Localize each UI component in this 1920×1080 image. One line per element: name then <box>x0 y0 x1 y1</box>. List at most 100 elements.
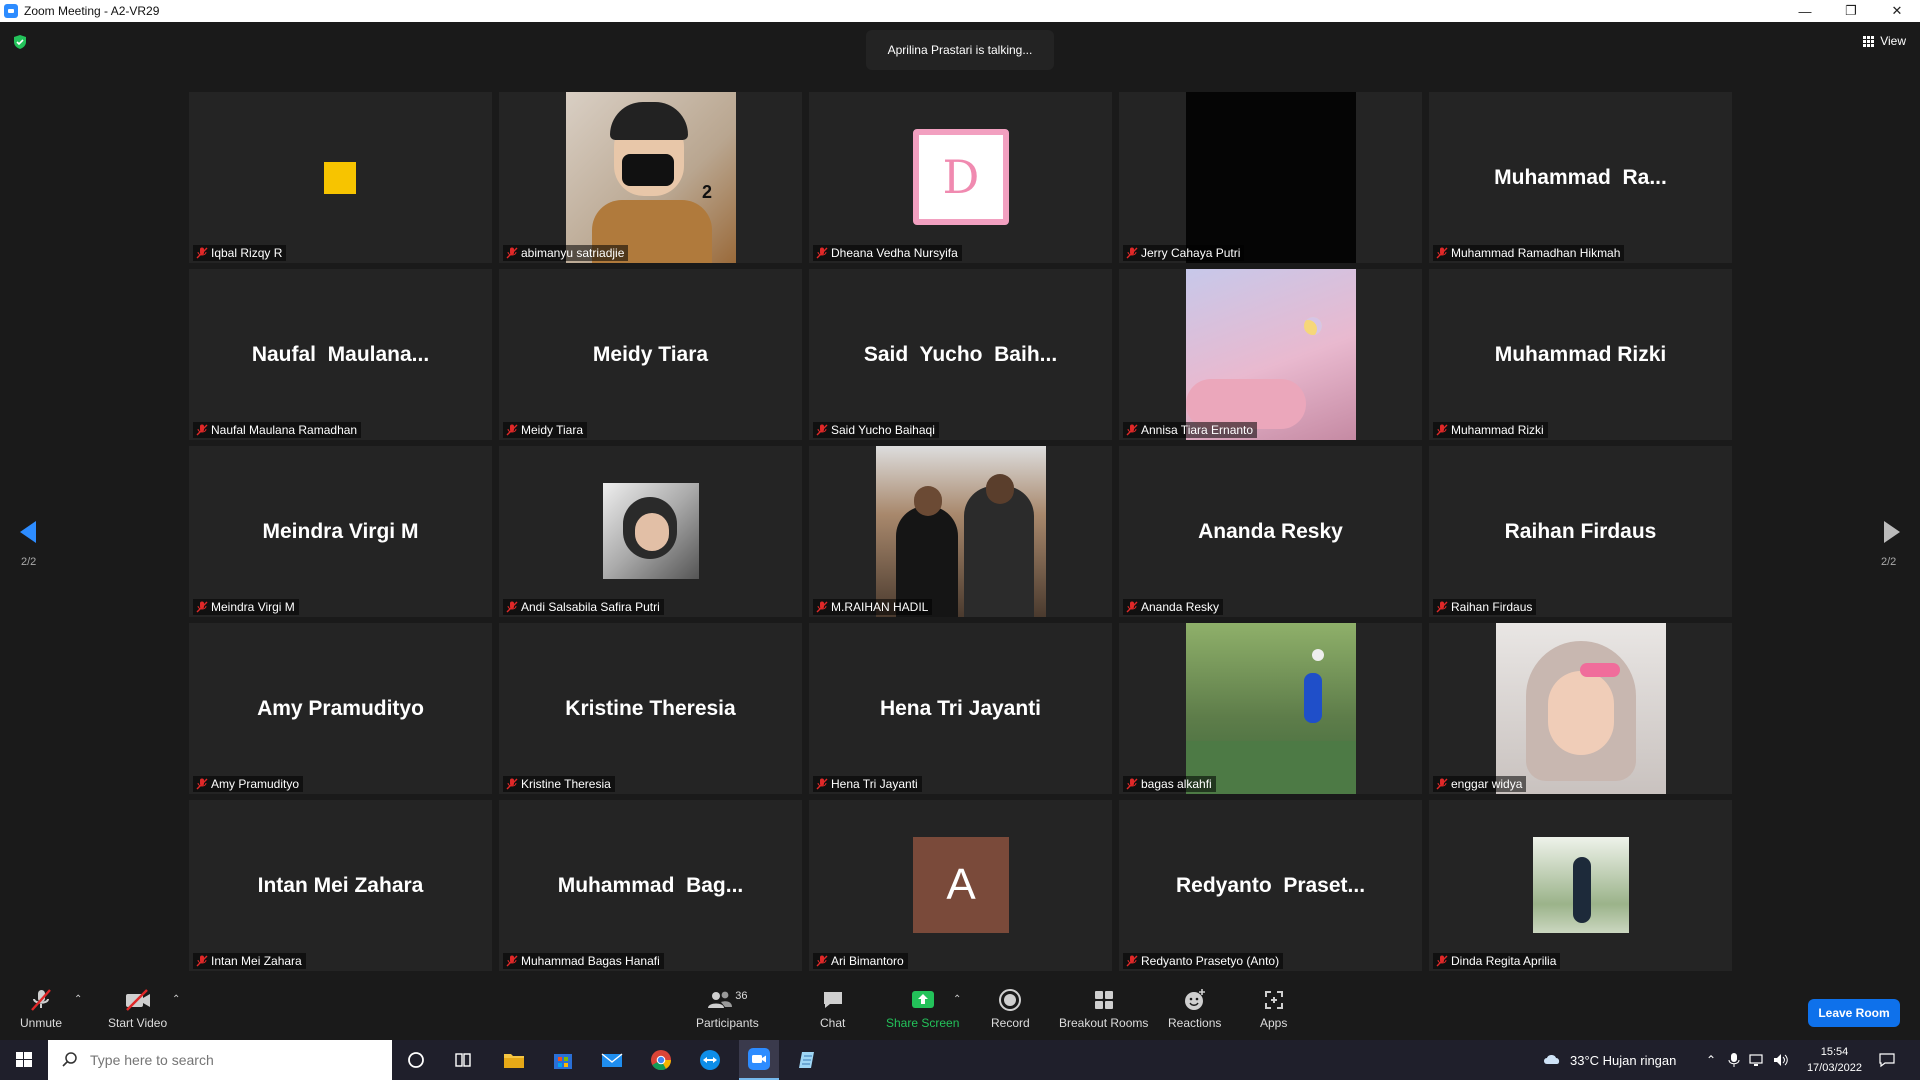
network-icon[interactable] <box>1748 1052 1766 1068</box>
zoom-taskbar-button[interactable] <box>739 1040 779 1080</box>
video-options-caret-icon[interactable]: ⌃ <box>172 994 180 1005</box>
avatar: A <box>913 837 1009 933</box>
apps-button[interactable]: Apps <box>1260 988 1287 1030</box>
participant-tile[interactable]: Raihan Firdaus Raihan Firdaus <box>1429 446 1732 617</box>
participant-tile[interactable]: Said Yucho Baih... Said Yucho Baihaqi <box>809 269 1112 440</box>
share-screen-label: Share Screen <box>886 1016 960 1030</box>
unmute-button[interactable]: Unmute <box>20 988 62 1030</box>
participant-tile[interactable]: Dinda Regita Aprilia <box>1429 800 1732 971</box>
participant-name-label: Iqbal Rizqy R <box>193 245 287 261</box>
show-hidden-icons-caret-icon[interactable]: ⌃ <box>1706 1040 1716 1080</box>
participant-name: Ananda Resky <box>1141 600 1220 614</box>
muted-mic-icon <box>196 247 208 259</box>
clock-time: 15:54 <box>1820 1046 1849 1058</box>
taskbar-search[interactable] <box>48 1040 392 1080</box>
participant-tile[interactable]: enggar widya <box>1429 623 1732 794</box>
participant-tile[interactable]: Muhammad Rizki Muhammad Rizki <box>1429 269 1732 440</box>
start-video-button[interactable]: Start Video <box>108 988 167 1030</box>
participant-tile[interactable]: Meidy Tiara Meidy Tiara <box>499 269 802 440</box>
chat-button[interactable]: Chat <box>820 988 845 1030</box>
video-feed <box>1186 92 1356 263</box>
windows-taskbar: 33°C Hujan ringan ⌃ 15:54 17/03/2022 <box>0 1040 1920 1080</box>
minimize-button[interactable]: — <box>1782 0 1828 22</box>
participant-tile[interactable]: Annisa Tiara Ernanto <box>1119 269 1422 440</box>
muted-mic-icon <box>1436 955 1448 967</box>
participant-tile[interactable]: bagas alkahfi <box>1119 623 1422 794</box>
reactions-icon <box>1184 989 1205 1010</box>
participant-tile[interactable]: 2 abimanyu satriadjie <box>499 92 802 263</box>
view-button[interactable]: View <box>1863 34 1906 48</box>
apps-label: Apps <box>1260 1016 1288 1030</box>
participant-name-label: Redyanto Prasetyo (Anto) <box>1123 953 1284 969</box>
next-page-arrow-icon[interactable] <box>1876 517 1906 547</box>
muted-mic-icon <box>1436 247 1448 259</box>
participant-tile[interactable]: Muhammad Ra... Muhammad Ramadhan Hikmah <box>1429 92 1732 263</box>
notepad-icon[interactable] <box>788 1046 828 1074</box>
search-input[interactable] <box>90 1052 370 1068</box>
participant-name: Meidy Tiara <box>521 423 584 437</box>
volume-icon[interactable] <box>1772 1052 1790 1068</box>
clock-date: 17/03/2022 <box>1806 1062 1862 1074</box>
file-explorer-icon[interactable] <box>494 1046 534 1074</box>
breakout-rooms-button[interactable]: Breakout Rooms <box>1059 988 1148 1030</box>
previous-page-arrow-icon[interactable] <box>14 517 44 547</box>
chrome-icon[interactable] <box>641 1046 681 1074</box>
participants-label: Participants <box>696 1016 759 1030</box>
participant-name: Andi Salsabila Safira Putri <box>521 600 660 614</box>
participants-button[interactable]: 36 Participants <box>696 988 759 1030</box>
participant-tile[interactable]: A Ari Bimantoro <box>809 800 1112 971</box>
video-off-icon <box>125 989 150 1011</box>
participant-name-label: Meidy Tiara <box>503 422 588 438</box>
meeting-area: Aprilina Prastari is talking... View 2/2… <box>0 22 1920 980</box>
participant-name-label: Naufal Maulana Ramadhan <box>193 422 362 438</box>
muted-mic-icon <box>31 989 51 1011</box>
teamviewer-icon[interactable] <box>690 1046 730 1074</box>
start-video-label: Start Video <box>108 1016 168 1030</box>
record-button[interactable]: Record <box>991 988 1030 1030</box>
meeting-controls: Unmute ⌃ Start Video ⌃ 36 Participants C… <box>0 980 1920 1040</box>
encryption-shield-icon[interactable] <box>12 34 28 50</box>
windows-start-icon[interactable] <box>4 1046 44 1074</box>
participant-tile[interactable]: Meindra Virgi M Meindra Virgi M <box>189 446 492 617</box>
restore-button[interactable]: ❐ <box>1828 0 1874 22</box>
page-indicator-left: 2/2 <box>21 556 37 568</box>
audio-options-caret-icon[interactable]: ⌃ <box>74 994 82 1005</box>
cortana-icon[interactable] <box>396 1046 436 1074</box>
participant-tile[interactable]: Hena Tri Jayanti Hena Tri Jayanti <box>809 623 1112 794</box>
participant-name-label: Muhammad Bagas Hanafi <box>503 953 664 969</box>
participant-tile[interactable]: Kristine Theresia Kristine Theresia <box>499 623 802 794</box>
microphone-icon[interactable] <box>1728 1052 1740 1068</box>
microsoft-store-icon[interactable] <box>543 1046 583 1074</box>
participant-display-name: Kristine Theresia <box>565 696 736 720</box>
share-options-caret-icon[interactable]: ⌃ <box>953 994 961 1005</box>
participant-tile[interactable]: Iqbal Rizqy R <box>189 92 492 263</box>
participant-display-name: Said Yucho Baih... <box>863 342 1058 366</box>
participant-tile[interactable]: Ananda Resky Ananda Resky <box>1119 446 1422 617</box>
taskbar-clock[interactable]: 15:54 17/03/2022 <box>1807 1044 1862 1076</box>
avatar-letter: D <box>942 150 980 204</box>
participant-display-name: Muhammad Ra... <box>1494 165 1667 189</box>
reactions-label: Reactions <box>1168 1016 1222 1030</box>
participant-tile[interactable]: Naufal Maulana... Naufal Maulana Ramadhan <box>189 269 492 440</box>
participant-tile[interactable]: Amy Pramudityo Amy Pramudityo <box>189 623 492 794</box>
participant-tile[interactable]: Intan Mei Zahara Intan Mei Zahara <box>189 800 492 971</box>
avatar <box>603 483 699 579</box>
weather-widget[interactable]: 33°C Hujan ringan <box>1542 1040 1676 1080</box>
notifications-icon[interactable] <box>1878 1052 1896 1068</box>
reactions-button[interactable]: Reactions <box>1168 988 1221 1030</box>
participant-tile[interactable]: D Dheana Vedha Nursyifa <box>809 92 1112 263</box>
mail-icon[interactable] <box>592 1046 632 1074</box>
participant-tile[interactable]: Redyanto Praset... Redyanto Prasetyo (Ant… <box>1119 800 1422 971</box>
participant-tile[interactable]: Jerry Cahaya Putri <box>1119 92 1422 263</box>
share-screen-icon <box>911 991 934 1008</box>
participant-tile[interactable]: M.RAIHAN HADIL <box>809 446 1112 617</box>
share-screen-button[interactable]: Share Screen <box>886 988 959 1030</box>
participant-tile[interactable]: Muhammad Bag... Muhammad Bagas Hanafi <box>499 800 802 971</box>
chat-icon <box>823 992 842 1008</box>
task-view-icon[interactable] <box>443 1046 483 1074</box>
muted-mic-icon <box>1436 778 1448 790</box>
participant-tile[interactable]: Andi Salsabila Safira Putri <box>499 446 802 617</box>
close-button[interactable]: ✕ <box>1874 0 1920 22</box>
leave-room-button[interactable]: Leave Room <box>1808 999 1900 1027</box>
muted-mic-icon <box>1436 424 1448 436</box>
